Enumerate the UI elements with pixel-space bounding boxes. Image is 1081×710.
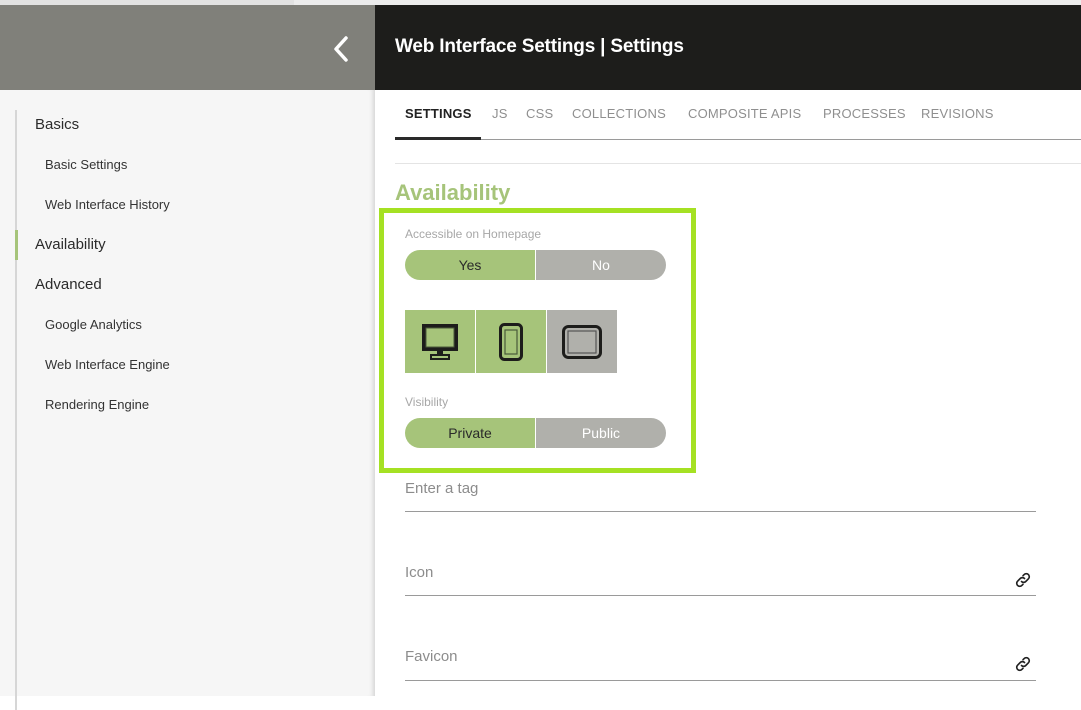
tab-collections[interactable]: COLLECTIONS xyxy=(572,106,666,121)
homepage-toggle: Yes No xyxy=(405,250,666,280)
active-tab-underline xyxy=(395,137,481,140)
sidebar-item-web-interface-history[interactable]: Web Interface History xyxy=(45,197,170,212)
page-header: Web Interface Settings | Settings xyxy=(375,5,1081,90)
visibility-toggle: Private Public xyxy=(405,418,666,448)
chevron-left-icon xyxy=(334,36,348,62)
favicon-input-placeholder: Favicon xyxy=(405,648,458,665)
section-divider xyxy=(395,163,1081,164)
sidebar-active-indicator xyxy=(15,230,18,260)
sidebar-item-rendering-engine[interactable]: Rendering Engine xyxy=(45,397,149,412)
tab-js[interactable]: JS xyxy=(492,106,508,121)
homepage-label: Accessible on Homepage xyxy=(405,227,542,241)
sidebar-item-basics[interactable]: Basics xyxy=(35,116,79,133)
device-selector xyxy=(405,310,617,373)
tag-input-placeholder: Enter a tag xyxy=(405,480,479,497)
sidebar-item-basic-settings[interactable]: Basic Settings xyxy=(45,157,127,172)
tab-composite-apis[interactable]: COMPOSITE APIS xyxy=(688,106,801,121)
visibility-private-option[interactable]: Private xyxy=(405,418,535,448)
tab-settings[interactable]: SETTINGS xyxy=(405,106,472,121)
visibility-public-option[interactable]: Public xyxy=(535,418,666,448)
homepage-no-option[interactable]: No xyxy=(535,250,666,280)
section-title: Availability xyxy=(395,180,511,205)
homepage-yes-option[interactable]: Yes xyxy=(405,250,535,280)
tag-input[interactable]: Enter a tag xyxy=(405,476,1036,512)
link-icon[interactable] xyxy=(1014,571,1032,589)
device-desktop-button[interactable] xyxy=(405,310,475,373)
device-phone-button[interactable] xyxy=(476,310,546,373)
tab-revisions[interactable]: REVISIONS xyxy=(921,106,994,121)
sidebar-rail xyxy=(15,110,17,710)
sidebar-item-google-analytics[interactable]: Google Analytics xyxy=(45,317,142,332)
sidebar-header xyxy=(0,5,375,90)
mobile-phone-icon xyxy=(499,322,523,361)
sidebar-nav: Basics Basic Settings Web Interface Hist… xyxy=(0,90,375,710)
desktop-monitor-icon xyxy=(422,323,458,360)
icon-input-placeholder: Icon xyxy=(405,564,434,581)
tab-bar: SETTINGS JS CSS COLLECTIONS COMPOSITE AP… xyxy=(395,90,1081,140)
tab-css[interactable]: CSS xyxy=(526,106,553,121)
tab-processes[interactable]: PROCESSES xyxy=(823,106,906,121)
sidebar-item-advanced[interactable]: Advanced xyxy=(35,276,102,293)
sidebar-item-availability[interactable]: Availability xyxy=(35,236,106,253)
device-tablet-button[interactable] xyxy=(547,310,617,373)
icon-input[interactable]: Icon xyxy=(405,560,1036,596)
tablet-icon xyxy=(562,324,602,359)
link-icon[interactable] xyxy=(1014,655,1032,673)
visibility-label: Visibility xyxy=(405,395,449,409)
collapse-sidebar-button[interactable] xyxy=(324,29,358,69)
sidebar-item-web-interface-engine[interactable]: Web Interface Engine xyxy=(45,357,170,372)
favicon-input[interactable]: Favicon xyxy=(405,644,1036,681)
page-title: Web Interface Settings | Settings xyxy=(395,36,684,57)
